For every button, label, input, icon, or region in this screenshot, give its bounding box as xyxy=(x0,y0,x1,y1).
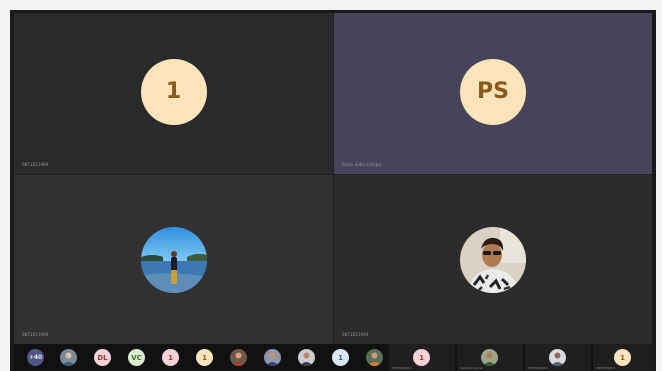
participant-mini-tile[interactable]: 1 0878000003 xyxy=(593,344,652,371)
participant-avatar[interactable]: 1 xyxy=(196,349,213,366)
person-photo-icon[interactable] xyxy=(60,349,77,366)
man-sunglasses-photo-icon xyxy=(460,226,526,293)
participant-avatar: 1 xyxy=(140,58,207,125)
participant-name: Santosh Kumar xyxy=(460,366,483,370)
participant-avatar: 1 xyxy=(413,349,430,366)
participant-name: 0871011989 xyxy=(22,162,49,167)
participant-name: 0878000001 xyxy=(392,366,412,370)
video-grid: 1 0871011989 PS Pooja Sahu Chhipa 087101… xyxy=(14,13,652,344)
participant-mini-tile[interactable]: 0878000004 xyxy=(525,344,591,371)
participant-avatar[interactable]: 1 xyxy=(162,349,179,366)
participant-mini-tile[interactable]: Santosh Kumar xyxy=(457,344,523,371)
participant-avatar: PS xyxy=(460,58,526,125)
meeting-window: 1 0871011989 PS Pooja Sahu Chhipa 087101… xyxy=(10,10,656,371)
participant-name: 0878000003 xyxy=(596,366,616,370)
participant-tile[interactable]: 0871011990 xyxy=(14,175,334,344)
participant-mini-tile[interactable]: 1 0878000001 xyxy=(389,344,455,371)
participant-avatar[interactable]: VC xyxy=(128,349,145,366)
beach-person-photo-icon xyxy=(140,226,207,293)
person-photo-icon xyxy=(481,349,498,366)
participant-name: 0878000004 xyxy=(528,366,548,370)
participant-avatar[interactable]: DL xyxy=(94,349,111,366)
person-photo-icon[interactable] xyxy=(230,349,247,366)
more-participants-button[interactable]: +40 xyxy=(27,349,44,366)
participant-tile[interactable]: 0871011993 xyxy=(334,175,652,344)
participant-name: Pooja Sahu Chhipa xyxy=(342,162,381,167)
person-photo-icon[interactable] xyxy=(366,349,383,366)
person-photo-icon[interactable] xyxy=(264,349,281,366)
person-photo-icon[interactable] xyxy=(298,349,315,366)
person-photo-icon xyxy=(549,349,566,366)
participant-name: 0871011990 xyxy=(22,332,49,337)
participant-strip: +40 DL VC 1 1 1 1 0878000001 Santosh Kum… xyxy=(14,344,652,371)
participant-name: 0871011993 xyxy=(342,332,369,337)
participant-avatar[interactable]: 1 xyxy=(332,349,349,366)
participant-tile[interactable]: PS Pooja Sahu Chhipa xyxy=(334,13,652,175)
participant-avatar: 1 xyxy=(614,349,631,366)
participant-tile[interactable]: 1 0871011989 xyxy=(14,13,334,175)
